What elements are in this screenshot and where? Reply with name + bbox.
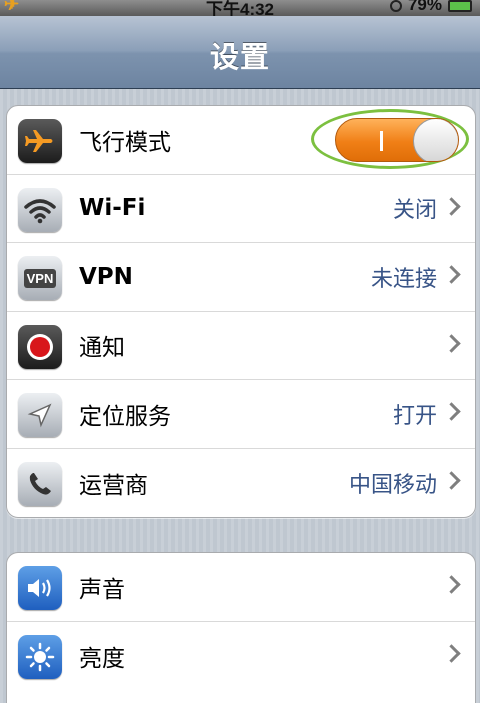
row-label: 定位服务 — [79, 403, 171, 430]
location-icon — [18, 393, 62, 437]
chevron-right-icon — [442, 643, 461, 663]
brightness-icon — [18, 634, 62, 679]
row-label: 亮度 — [79, 645, 125, 672]
status-bar: ✈ 下午4:32 79% — [0, 0, 480, 16]
page-title: 设置 — [209, 40, 270, 74]
row-label: VPN — [79, 263, 133, 290]
chevron-right-icon — [442, 402, 461, 421]
settings-row-vpn[interactable]: VPN VPN 未连接 — [7, 243, 475, 312]
battery-percent: 79% — [407, 0, 442, 14]
phone-icon — [18, 461, 62, 506]
chevron-right-icon — [442, 265, 461, 284]
row-value: 打开 — [392, 403, 437, 429]
toggle-on-mark — [380, 131, 383, 151]
airplane-mode-toggle[interactable] — [335, 118, 459, 162]
row-label: 运营商 — [79, 472, 148, 499]
row-label: 飞行模式 — [79, 129, 171, 156]
status-right: 79% — [389, 0, 472, 15]
row-value: 中国移动 — [348, 472, 437, 498]
chevron-right-icon — [442, 333, 461, 353]
chevron-right-icon — [442, 196, 461, 216]
settings-group-1: 飞行模式 Wi-Fi 关闭 VPN VPN 未连接 通知 定位服务 打开 运营商… — [6, 105, 476, 518]
airplane-icon — [18, 119, 62, 163]
settings-group-2: 声音 亮度 — [6, 552, 476, 703]
battery-icon — [448, 0, 472, 12]
alarm-icon — [389, 0, 402, 12]
settings-row-brightness[interactable]: 亮度 — [7, 622, 475, 691]
wifi-icon — [18, 187, 62, 232]
vpn-icon-text: VPN — [23, 268, 57, 288]
settings-row-airplane-mode: 飞行模式 — [7, 106, 475, 175]
sound-icon — [18, 566, 62, 610]
settings-row-wifi[interactable]: Wi-Fi 关闭 — [7, 175, 475, 243]
settings-row-carrier[interactable]: 运营商 中国移动 — [7, 449, 475, 518]
row-value: 关闭 — [392, 198, 437, 224]
row-label: Wi-Fi — [79, 195, 146, 222]
chevron-right-icon — [442, 470, 461, 490]
row-label: 通知 — [79, 335, 125, 362]
row-label: 声音 — [79, 576, 125, 603]
settings-row-notifications[interactable]: 通知 — [7, 312, 475, 380]
chevron-right-icon — [442, 575, 461, 594]
settings-row-location[interactable]: 定位服务 打开 — [7, 380, 475, 449]
vpn-icon: VPN — [18, 256, 62, 300]
settings-row-sound[interactable]: 声音 — [7, 553, 475, 622]
toggle-knob[interactable] — [413, 119, 458, 161]
navigation-bar: 设置 — [0, 16, 480, 89]
row-value: 未连接 — [370, 266, 437, 292]
notification-icon — [18, 324, 62, 369]
